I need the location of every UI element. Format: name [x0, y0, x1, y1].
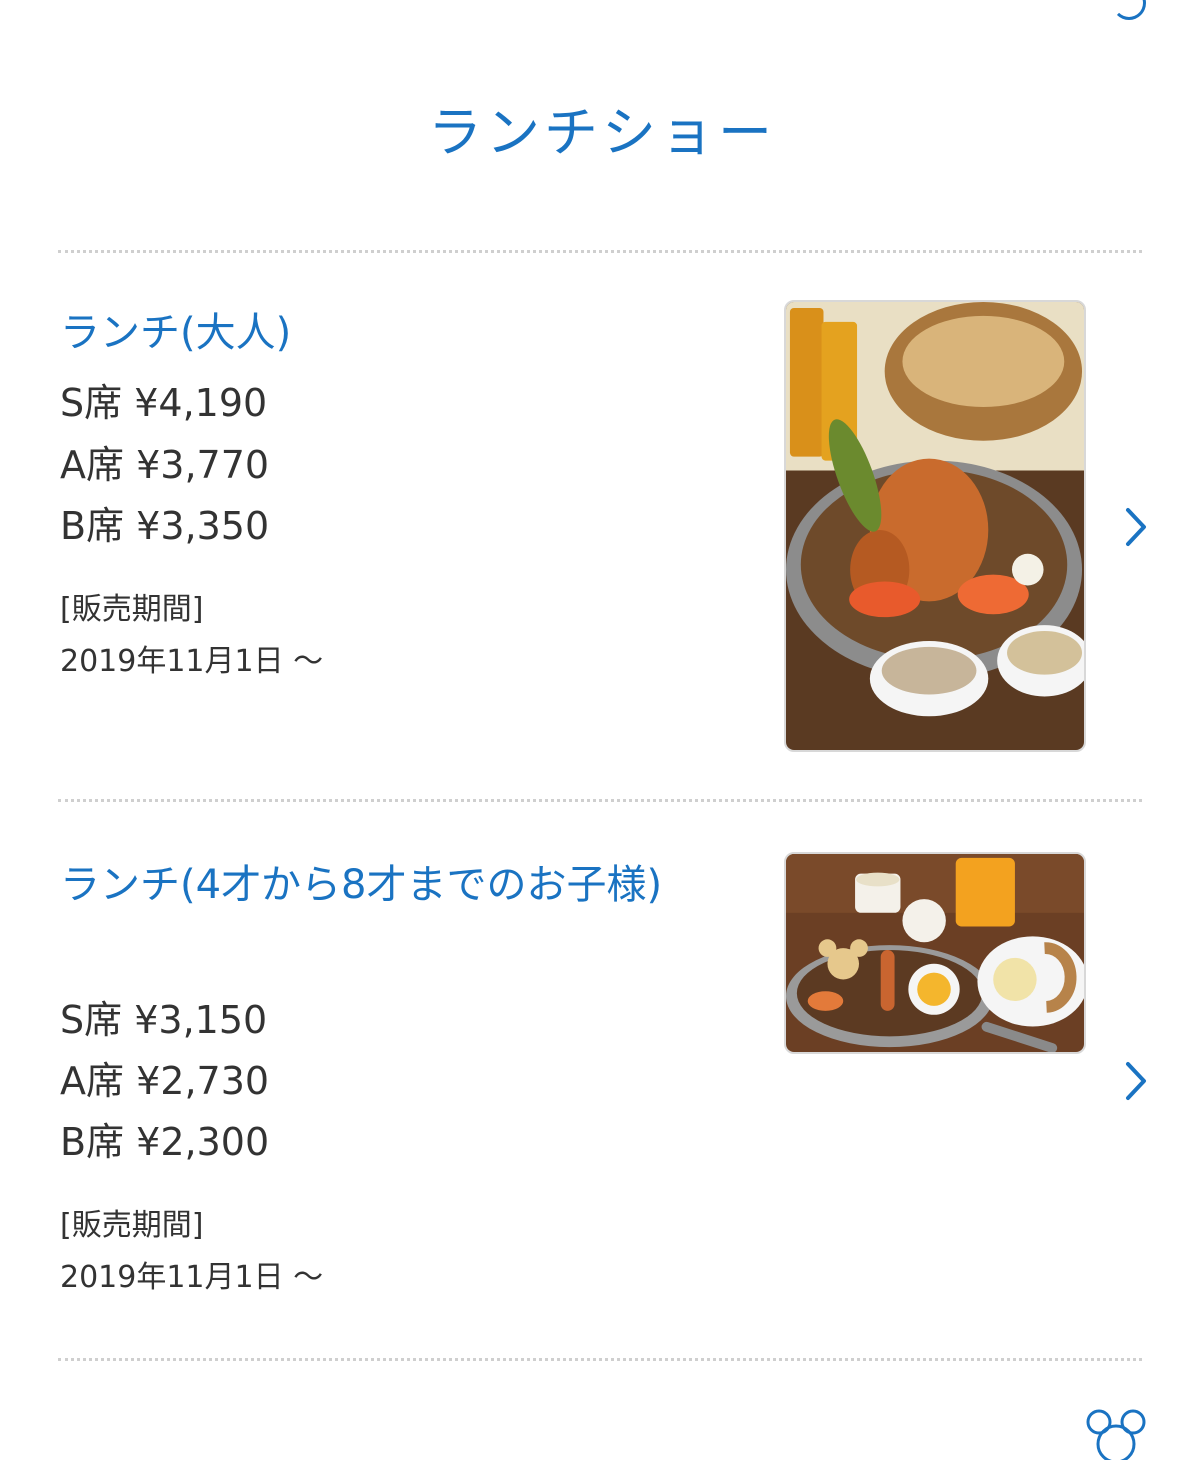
divider: [58, 250, 1142, 253]
divider: [58, 1358, 1142, 1361]
price-line-b: B席 ¥2,300: [60, 1111, 269, 1166]
price-value: ¥2,300: [136, 1120, 270, 1164]
price-value: ¥3,770: [136, 443, 270, 487]
chevron-right-icon[interactable]: [1118, 504, 1152, 550]
sales-period-date: 2019年11月1日 ～: [60, 644, 324, 679]
price-value: ¥3,350: [136, 504, 270, 548]
price-line-s: S席 ¥4,190: [60, 372, 267, 427]
seat-label: A席: [60, 443, 124, 487]
food-photo-graphic: [786, 854, 1084, 1052]
item-name[interactable]: ランチ(4才から8才までのお子様): [60, 854, 720, 916]
price-line-a: A席 ¥3,770: [60, 434, 269, 489]
divider: [58, 799, 1142, 802]
price-value: ¥2,730: [136, 1059, 270, 1103]
mickey-icon[interactable]: [1086, 1408, 1146, 1464]
food-photo-graphic: [786, 302, 1084, 750]
price-value: ¥3,150: [134, 998, 268, 1042]
seat-label: S席: [60, 381, 123, 425]
seat-label: A席: [60, 1059, 124, 1103]
top-corner-icon[interactable]: [1112, 0, 1146, 20]
food-photo-adult-lunch[interactable]: [784, 300, 1086, 752]
seat-label: B席: [60, 504, 125, 548]
seat-label: S席: [60, 998, 123, 1042]
price-value: ¥4,190: [134, 381, 268, 425]
price-line-a: A席 ¥2,730: [60, 1050, 269, 1105]
food-photo-kids-lunch[interactable]: [784, 852, 1086, 1054]
sales-period-label: [販売期間]: [60, 592, 204, 627]
page-title: ランチショー: [428, 101, 776, 164]
seat-label: B席: [60, 1120, 125, 1164]
sales-period-label: [販売期間]: [60, 1208, 204, 1243]
price-line-b: B席 ¥3,350: [60, 495, 269, 550]
chevron-right-icon[interactable]: [1118, 1058, 1152, 1104]
price-line-s: S席 ¥3,150: [60, 989, 267, 1044]
sales-period-date: 2019年11月1日 ～: [60, 1260, 324, 1295]
item-name[interactable]: ランチ(大人): [60, 302, 720, 364]
